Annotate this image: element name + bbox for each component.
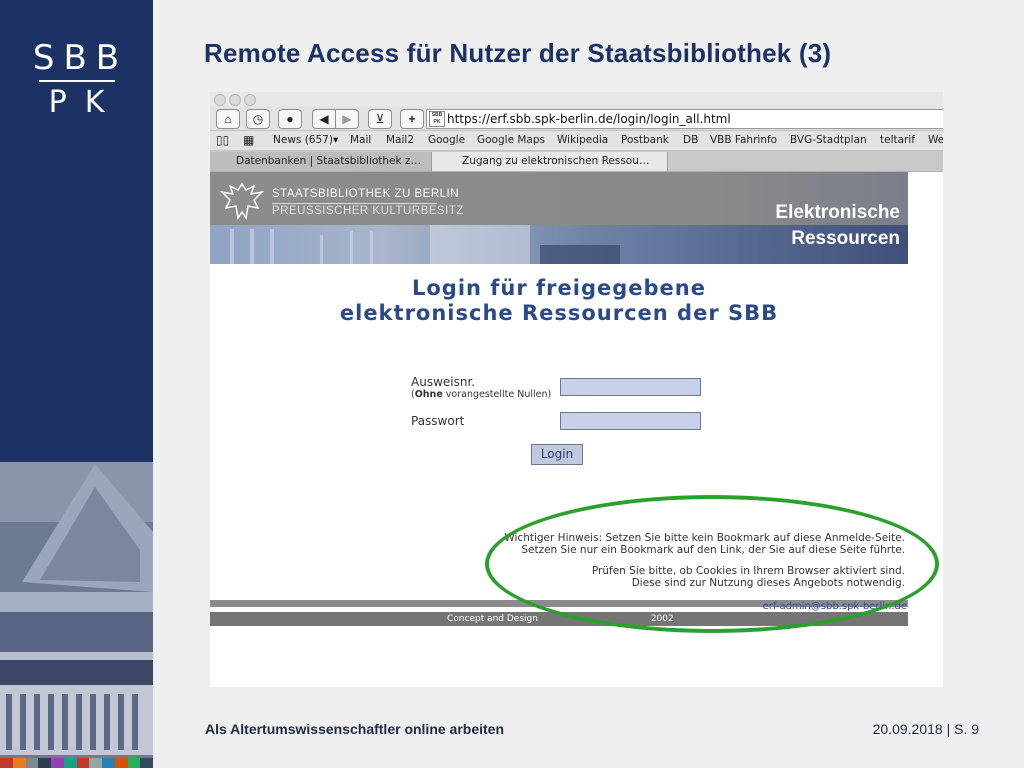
back-icon[interactable]: ◀ — [312, 109, 336, 129]
password-label: Passwort — [411, 414, 465, 428]
banner-divider — [272, 203, 437, 204]
bookmark-news[interactable]: News (657)▾ — [273, 134, 338, 146]
login-heading-line-1: Login für freigegebene — [411, 276, 706, 300]
zoom-window-button[interactable] — [244, 94, 256, 106]
card-number-input[interactable] — [560, 378, 701, 396]
tab-zugang[interactable]: Zugang zu elektronischen Ressou… — [432, 152, 668, 171]
sbb-banner: STAATSBIBLIOTHEK ZU BERLIN PREUSSISCHER … — [210, 172, 908, 264]
banner-foundation-name: PREUSSISCHER KULTURBESITZ — [272, 205, 464, 217]
color-bar-segment — [25, 758, 39, 768]
login-button[interactable]: Login — [531, 444, 583, 465]
color-bar-segment — [114, 758, 128, 768]
download-icon[interactable]: ● — [278, 109, 302, 129]
color-bar-segment — [38, 758, 51, 768]
login-heading: Login für freigegebene elektronische Res… — [210, 276, 908, 326]
password-input[interactable] — [560, 412, 701, 430]
bookmark-add-icon[interactable]: ⊻ — [368, 109, 392, 129]
slide-footer-date-page: 20.09.2018 | S. 9 — [872, 721, 979, 737]
site-favicon: SBB PK — [429, 111, 445, 127]
home-icon[interactable]: ⌂ — [216, 109, 240, 129]
address-bar-url[interactable]: https://erf.sbb.spk-berlin.de/login/logi… — [447, 112, 731, 126]
hint-bold: Ohne — [414, 389, 443, 400]
login-heading-line-2: elektronische Ressourcen der SBB — [339, 301, 779, 325]
banner-heading-line-1: Elektronische — [775, 202, 900, 223]
close-window-button[interactable] — [214, 94, 226, 106]
logo-line-1: SBB — [32, 38, 129, 78]
color-bar-segment — [127, 758, 141, 768]
library-building-photo — [0, 462, 153, 758]
bookmark-postbank[interactable]: Postbank — [621, 134, 669, 146]
eagle-logo — [219, 182, 265, 220]
bookmark-vbb-fahrinfo[interactable]: VBB Fahrinfo — [710, 134, 777, 146]
bookmark-mail[interactable]: Mail — [350, 134, 371, 146]
address-bar[interactable]: SBB PK https://erf.sbb.spk-berlin.de/log… — [426, 109, 943, 129]
slide-footer-subject: Als Altertumswissenschaftler online arbe… — [205, 721, 505, 737]
logo-line-2: PK — [48, 85, 123, 120]
highlight-ellipse — [485, 495, 939, 633]
history-icon[interactable]: ◷ — [246, 109, 270, 129]
bookmark-mail2[interactable]: Mail2 — [386, 134, 414, 146]
bookmark-google-maps[interactable]: Google Maps — [477, 134, 545, 146]
slide-title: Remote Access für Nutzer der Staatsbibli… — [204, 38, 832, 68]
logo-divider — [38, 80, 115, 82]
window-titlebar — [210, 92, 943, 106]
color-bar — [0, 758, 153, 768]
tab-bar: Datenbanken | Staatsbibliothek z… Zugang… — [210, 151, 943, 172]
left-brand-strip: SBB PK — [0, 0, 153, 768]
color-bar-segment — [76, 758, 90, 768]
color-bar-segment — [140, 758, 153, 768]
bookmark-wikipedia[interactable]: Wikipedia — [557, 134, 608, 146]
card-number-label: Ausweisnr. — [411, 375, 476, 389]
bookmark-teltarif[interactable]: teltarif — [880, 134, 915, 146]
bookmarks-bar: ▯▯ ▦ News (657)▾ Mail Mail2 Google Googl… — [210, 131, 943, 151]
card-number-hint: (Ohne vorangestellte Nullen) — [411, 389, 551, 400]
color-bar-segment — [0, 758, 13, 768]
browser-toolbar: ⌂ ◷ ● ◀ ▶ ⊻ + SBB PK https://erf.sbb.spk… — [210, 106, 943, 131]
color-bar-segment — [89, 758, 102, 768]
bookmark-bvg-stadtplan[interactable]: BVG-Stadtplan — [790, 134, 867, 146]
top-sites-icon[interactable]: ▦ — [243, 133, 254, 147]
color-bar-segment — [102, 758, 115, 768]
reading-list-icon[interactable]: ▯▯ — [216, 133, 229, 147]
banner-library-name: STAATSBIBLIOTHEK ZU BERLIN — [272, 188, 460, 200]
new-tab-icon[interactable]: + — [400, 109, 424, 129]
credit-text: Concept and Design — [447, 614, 538, 624]
color-bar-segment — [63, 758, 77, 768]
bookmark-overflow[interactable]: We — [928, 134, 943, 146]
forward-icon[interactable]: ▶ — [335, 109, 359, 129]
color-bar-segment — [51, 758, 64, 768]
hint-rest: vorangestellte Nullen) — [442, 389, 552, 400]
bookmark-db[interactable]: DB — [683, 134, 698, 146]
minimize-window-button[interactable] — [229, 94, 241, 106]
tab-datenbanken[interactable]: Datenbanken | Staatsbibliothek z… — [210, 152, 432, 171]
sbb-pk-logo: SBB PK — [0, 40, 153, 120]
banner-heading-line-2: Ressourcen — [791, 228, 900, 249]
color-bar-segment — [12, 758, 26, 768]
favicon-text: SBB PK — [431, 112, 443, 125]
bookmark-google[interactable]: Google — [428, 134, 465, 146]
